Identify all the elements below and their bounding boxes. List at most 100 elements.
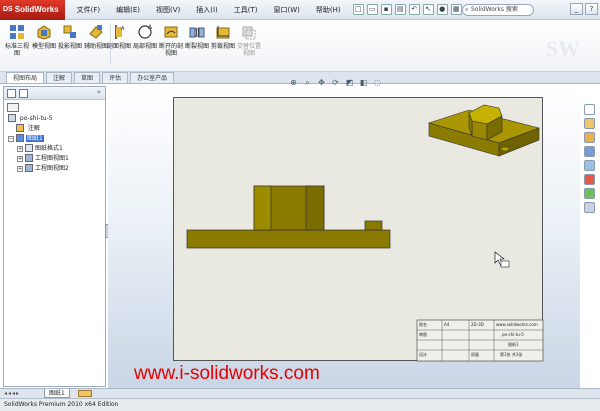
tab-view-layout[interactable]: 视图布局 — [6, 72, 45, 83]
detail-view-button[interactable]: A 局部视图 — [132, 24, 158, 50]
drawing-view-icon — [25, 154, 33, 162]
sheet-tab-sheet1[interactable]: 图纸1 — [44, 389, 70, 398]
tree-item-drawing-view2[interactable]: + 工程图视图2 — [8, 164, 69, 174]
minimize-icon[interactable]: _ — [570, 3, 583, 15]
zoom-to-fit-icon[interactable]: ⊕ — [288, 77, 299, 88]
feature-tree-icon[interactable] — [7, 89, 16, 98]
custom-properties-icon[interactable] — [583, 202, 595, 213]
tree-item-sheet-format[interactable]: + 图纸格式1 — [8, 144, 69, 154]
tab-annotation[interactable]: 注解 — [46, 72, 73, 83]
home-icon[interactable] — [583, 104, 595, 115]
menu-tools[interactable]: 工具(T) — [226, 0, 266, 20]
panel-header: » — [4, 87, 105, 100]
mouse-cursor-icon — [494, 251, 510, 268]
tb-cell — [417, 340, 442, 350]
detail-view-icon: A — [138, 24, 153, 39]
collapse-toggle-icon[interactable]: − — [8, 136, 14, 142]
ribbon-label: 局部视图 — [132, 43, 157, 50]
expand-toggle-icon[interactable]: + — [17, 146, 23, 152]
tree-item-label: 图纸1 — [26, 135, 44, 142]
drawing-doc-icon — [8, 114, 16, 122]
tree-item-label: 工程图视图1 — [35, 155, 69, 162]
ribbon-label: 模型视图 — [31, 43, 56, 50]
tree-item-drawing-view1[interactable]: + 工程图视图1 — [8, 154, 69, 164]
tree-root[interactable]: po-shi-tu-5 — [8, 114, 69, 124]
menu-edit[interactable]: 编辑(E) — [108, 0, 148, 20]
undo-icon[interactable]: ↶ — [408, 4, 420, 15]
isometric-view[interactable] — [427, 104, 540, 157]
expand-chevron-icon[interactable]: » — [97, 88, 101, 96]
pan-icon[interactable]: ✥ — [316, 77, 327, 88]
crop-view-button[interactable]: 剪裁视图 — [210, 24, 236, 50]
ds-logo-text: DS — [3, 6, 13, 13]
design-library-icon[interactable] — [583, 132, 595, 143]
menu-view[interactable]: 视图(V) — [148, 0, 188, 20]
menu-insert[interactable]: 插入(I) — [188, 0, 226, 20]
tab-evaluate[interactable]: 评估 — [102, 72, 129, 83]
break-view-button[interactable]: 断裂视图 — [184, 24, 210, 50]
tab-office-products[interactable]: 办公室产品 — [130, 72, 175, 83]
options-icon[interactable]: ▦ — [450, 4, 462, 15]
app-brand: SolidWorks — [14, 5, 59, 14]
search-input[interactable]: ⌕ SolidWorks 搜索 — [462, 4, 534, 16]
tb-cell: 第1张 共1张 — [500, 352, 523, 357]
title-bar: DS SolidWorks 文件(F) 编辑(E) 视图(V) 插入(I) 工具… — [0, 0, 600, 20]
filter-icon[interactable] — [7, 103, 19, 112]
svg-text:A: A — [148, 24, 153, 31]
sheet-nav-arrows-icon[interactable]: ◂◂◂▸ — [4, 390, 20, 397]
tb-cell — [442, 330, 469, 340]
tb-cell: po-shi-tu-5 — [502, 332, 524, 337]
rebuild-icon[interactable]: ● — [436, 4, 448, 15]
view-orientation-icon[interactable]: ◧ — [358, 77, 369, 88]
save-icon[interactable]: ▪ — [380, 4, 392, 15]
display-style-icon[interactable]: ◩ — [344, 77, 355, 88]
front-view[interactable] — [186, 185, 391, 249]
menu-bar: 文件(F) 编辑(E) 视图(V) 插入(I) 工具(T) 窗口(W) 帮助(H… — [69, 0, 349, 20]
tree-item-annotations[interactable]: 注解 — [8, 124, 69, 134]
ribbon-logo-watermark: SW — [545, 36, 580, 61]
broken-out-section-button[interactable]: 断开的剖视图 — [158, 24, 184, 57]
print-icon[interactable]: ▤ — [394, 4, 406, 15]
tb-cell: 审图 — [419, 332, 427, 337]
property-manager-icon[interactable] — [19, 89, 28, 98]
tb-cell: 设计 — [419, 352, 427, 357]
ribbon-label: 标准三视图 — [4, 43, 29, 57]
section-view-button[interactable]: A 剖面视图 — [106, 24, 132, 50]
svg-text:A: A — [121, 26, 125, 32]
rotate-icon[interactable]: ⟳ — [330, 77, 341, 88]
model-view-button[interactable]: 模型视图 — [31, 24, 57, 50]
expand-toggle-icon[interactable]: + — [17, 156, 23, 162]
file-explorer-icon[interactable] — [583, 146, 595, 157]
tab-sketch[interactable]: 草图 — [74, 72, 101, 83]
menu-file[interactable]: 文件(F) — [69, 0, 109, 20]
expand-toggle-icon[interactable]: + — [17, 166, 23, 172]
search-results-icon[interactable] — [583, 160, 595, 171]
task-pane-tabs — [582, 104, 596, 234]
ribbon-label: 断裂视图 — [184, 43, 209, 50]
add-sheet-icon[interactable] — [78, 390, 92, 397]
tree-item-sheet1[interactable]: − 图纸1 — [8, 134, 69, 144]
standard-3view-icon — [10, 25, 24, 39]
drawing-sheet[interactable]: 图名 A4 2D-3D www.solidworks.com 审图 po-shi… — [173, 97, 544, 362]
watermark-url: www.i-solidworks.com — [134, 363, 320, 384]
status-bar: SolidWorks Premium 2010 x64 Edition — [0, 398, 600, 411]
appearances-icon[interactable] — [583, 188, 595, 199]
projected-view-button[interactable]: 投影视图 — [57, 24, 83, 50]
help-icon[interactable]: ? — [585, 3, 598, 15]
resources-icon[interactable] — [583, 118, 595, 129]
tb-cell: www.solidworks.com — [496, 322, 538, 327]
solidworks-logo[interactable]: DS SolidWorks — [0, 0, 65, 20]
zoom-area-icon[interactable]: ⌕ — [302, 77, 313, 88]
new-file-icon[interactable]: □ — [352, 4, 364, 15]
alternate-position-view-icon — [242, 26, 256, 40]
standard-3view-button[interactable]: 标准三视图 — [4, 24, 30, 57]
view-palette-icon[interactable] — [583, 174, 595, 185]
select-arrow-icon[interactable]: ↖ — [422, 4, 434, 15]
alternate-position-view-button[interactable]: 交替位置视图 — [236, 24, 262, 57]
menu-help[interactable]: 帮助(H) — [308, 0, 349, 20]
section-view-icon: A — [115, 25, 125, 39]
open-folder-icon[interactable]: ▭ — [366, 4, 378, 15]
hide-show-icon[interactable]: ◌ — [372, 77, 383, 88]
command-manager: SW 标准三视图 模型视图 投影视图 辅助视图 A 剖面视图 A 局部视图 断开… — [0, 20, 600, 72]
menu-window[interactable]: 窗口(W) — [266, 0, 308, 20]
